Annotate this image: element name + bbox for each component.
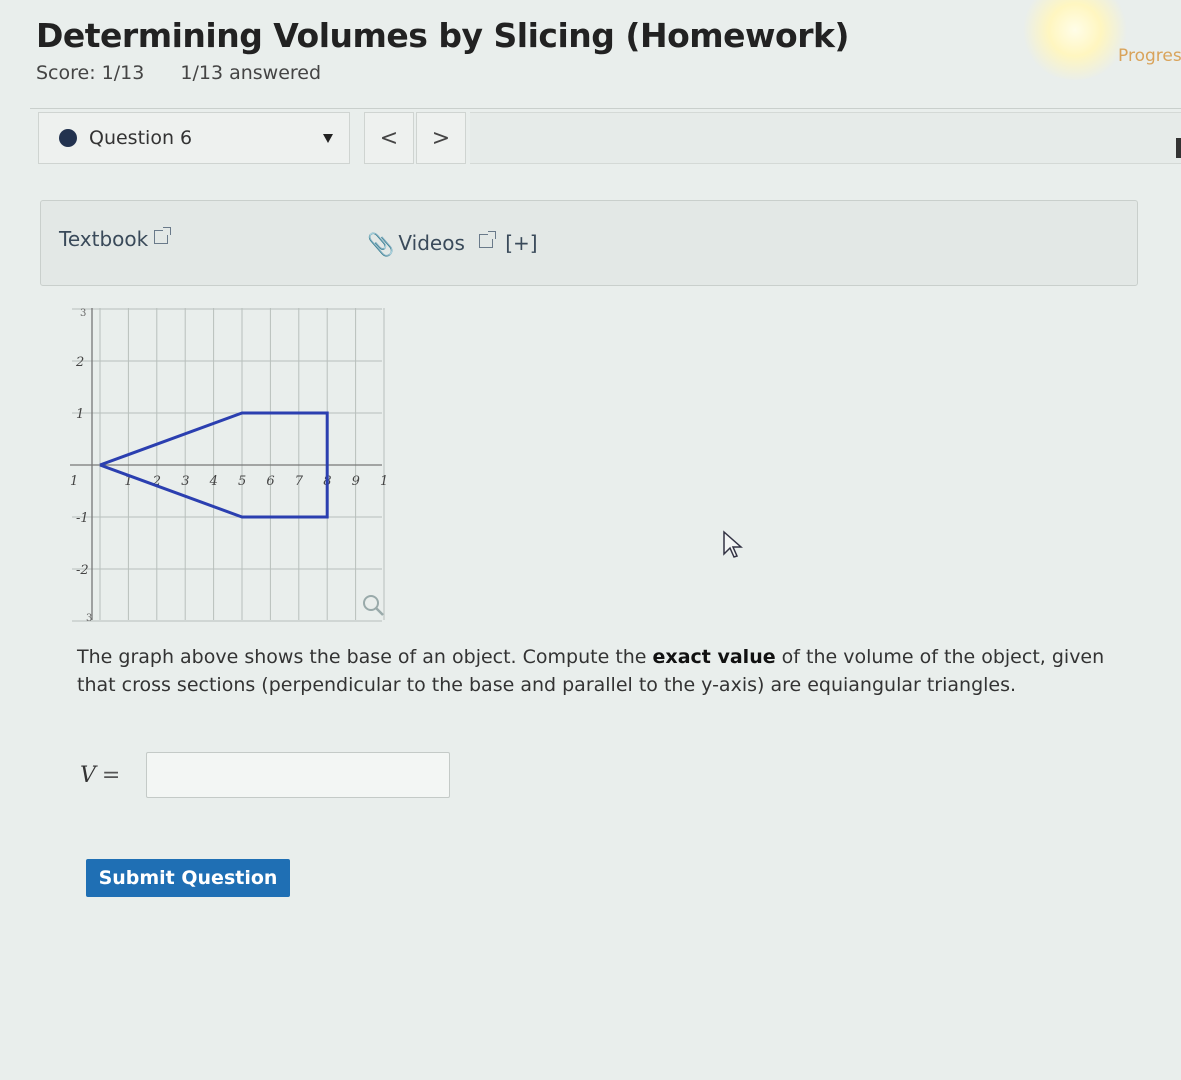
external-link-icon: [154, 227, 172, 244]
question-status-dot-icon: [59, 129, 77, 147]
caret-down-icon: [323, 134, 333, 143]
zoom-magnifier-icon[interactable]: [360, 592, 386, 618]
x-tick-label: 4: [209, 474, 218, 489]
y-bottom-label: 3: [86, 613, 92, 624]
volume-answer-input[interactable]: [146, 752, 450, 798]
resources-panel: Textbook 📎 Videos [+]: [40, 200, 1138, 286]
score-line: Score: 1/13 1/13 answered: [36, 62, 351, 84]
toolbar-edge: [1176, 138, 1181, 158]
question-text-bold: exact value: [652, 646, 776, 668]
next-question-button[interactable]: >: [416, 112, 466, 164]
left-axis-label: 1: [70, 474, 78, 489]
x-tick-label: 3: [181, 474, 189, 489]
base-graph: 1 2 3 4 5 6 7 8 9 1 2 1 -1 -2 1 3 3: [70, 300, 390, 625]
textbook-label: Textbook: [59, 227, 149, 251]
external-link-icon: [478, 231, 496, 248]
question-text-before: The graph above shows the base of an obj…: [77, 646, 653, 668]
y-tick-label: -2: [76, 563, 89, 578]
y-tick-label: 2: [75, 355, 84, 370]
question-dropdown-label: Question 6: [89, 127, 193, 149]
answer-variable-label: V =: [80, 763, 146, 788]
answer-variable: V: [80, 762, 96, 788]
graph-svg: 1 2 3 4 5 6 7 8 9 121-1-2133: [70, 308, 388, 624]
previous-question-button[interactable]: <: [364, 112, 414, 164]
textbook-link[interactable]: Textbook: [59, 227, 172, 251]
expand-videos-toggle[interactable]: [+]: [505, 231, 537, 255]
x-tick-label: 9: [352, 474, 360, 489]
x-tick-label: 6: [266, 474, 274, 489]
progress-link[interactable]: Progres: [1118, 46, 1181, 66]
score-text: Score: 1/13: [36, 62, 145, 84]
question-dropdown[interactable]: Question 6: [38, 112, 350, 164]
answer-row: V =: [80, 752, 450, 798]
y-tick-label: -1: [76, 511, 89, 526]
paperclip-icon: 📎: [367, 233, 395, 258]
answer-equals: =: [101, 762, 121, 788]
videos-label: Videos: [398, 231, 465, 255]
screen-glare: [1020, 0, 1130, 80]
x-tick-label: 7: [295, 474, 304, 489]
videos-link[interactable]: 📎 Videos [+]: [367, 231, 538, 258]
question-toolbar-strip: [470, 112, 1181, 164]
header-divider: [30, 108, 1181, 109]
x-tick-label: 5: [238, 474, 246, 489]
question-prompt: The graph above shows the base of an obj…: [77, 643, 1137, 699]
page-title: Determining Volumes by Slicing (Homework…: [36, 16, 850, 55]
y-tick-label: 1: [76, 407, 84, 422]
mouse-cursor-icon: [723, 530, 743, 558]
x-tick-label: 1: [380, 474, 388, 489]
answered-count: 1/13 answered: [180, 62, 322, 84]
submit-question-button[interactable]: Submit Question: [86, 859, 290, 897]
y-top-label: 3: [80, 308, 86, 319]
